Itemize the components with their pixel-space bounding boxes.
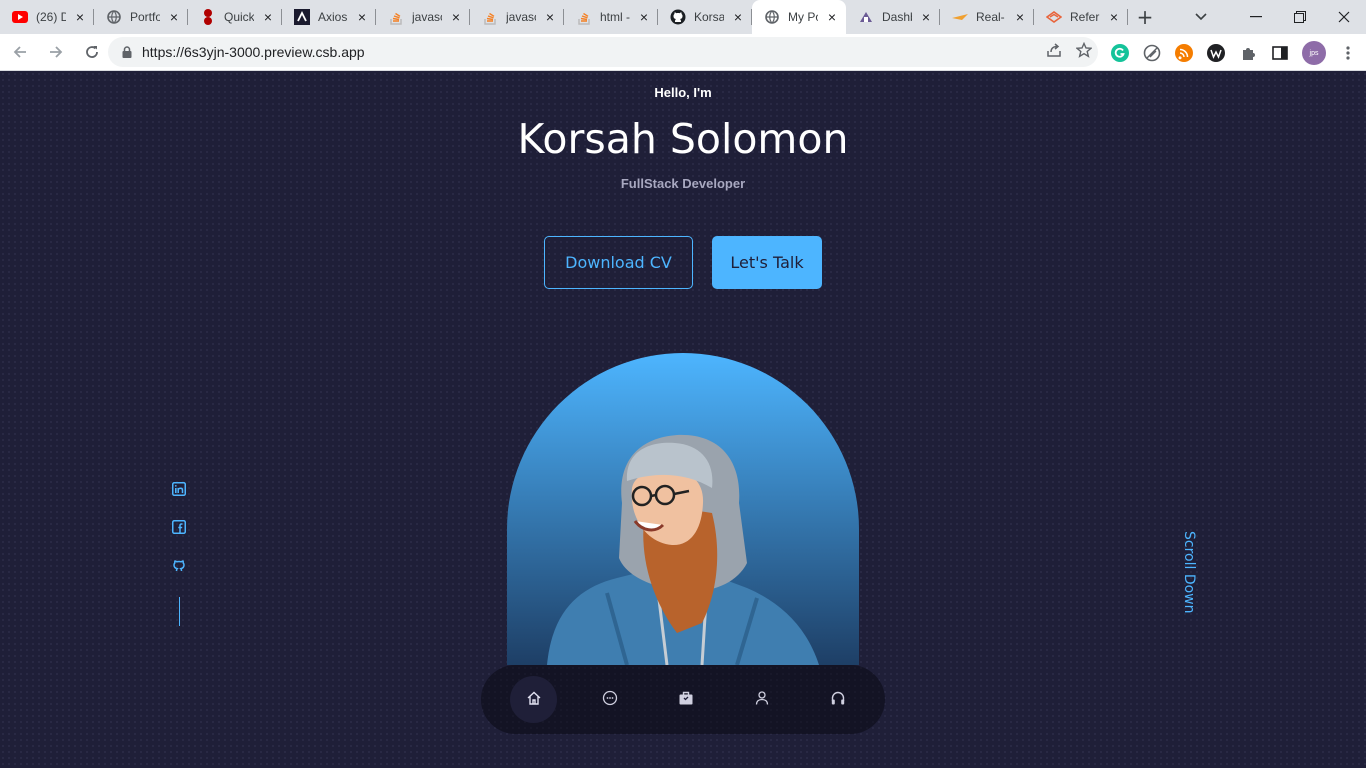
greeting-text: Hello, I'm xyxy=(654,85,712,100)
browser-tab[interactable]: Dashb × xyxy=(846,0,940,34)
close-tab-icon[interactable]: × xyxy=(74,10,86,24)
tab-title: Quick xyxy=(224,10,254,24)
plane-icon xyxy=(952,9,968,25)
bookmark-star-icon[interactable] xyxy=(1075,41,1093,62)
tab-search-chevron-icon[interactable] xyxy=(1186,0,1216,34)
redis-icon xyxy=(200,9,216,25)
nav-about[interactable] xyxy=(586,676,633,723)
hero-role: FullStack Developer xyxy=(620,176,746,191)
share-icon[interactable] xyxy=(1046,42,1062,62)
address-bar[interactable]: https://6s3yjn-3000.preview.csb.app xyxy=(108,37,1098,67)
tab-title: javasc xyxy=(412,10,442,24)
axios-icon xyxy=(294,9,310,25)
grammarly-icon[interactable] xyxy=(1110,43,1130,63)
nav-contact[interactable] xyxy=(814,676,861,723)
facebook-icon[interactable] xyxy=(172,519,186,538)
close-tab-icon[interactable]: × xyxy=(732,10,744,24)
wappalyzer-icon[interactable] xyxy=(1206,43,1226,63)
browser-tab[interactable]: Portfo × xyxy=(94,0,188,34)
blocker-extension-icon[interactable] xyxy=(1142,43,1162,63)
briefcase-icon xyxy=(678,690,694,710)
bottom-navigation xyxy=(481,665,885,734)
lets-talk-button[interactable]: Let's Talk xyxy=(712,236,822,289)
github-icon[interactable] xyxy=(172,557,186,576)
github-icon xyxy=(670,9,686,25)
forward-icon[interactable] xyxy=(40,36,72,68)
browser-tab[interactable]: Quick × xyxy=(188,0,282,34)
reference-icon xyxy=(1046,9,1062,25)
lock-icon[interactable] xyxy=(122,43,132,62)
hero-name: Korsah Solomon xyxy=(517,115,849,163)
profile-portrait xyxy=(507,353,859,665)
puzzle-extensions-icon[interactable] xyxy=(1238,43,1258,63)
nav-home[interactable] xyxy=(510,676,557,723)
globe-icon xyxy=(764,9,780,25)
tab-title: Axios xyxy=(318,10,348,24)
restore-icon[interactable] xyxy=(1278,0,1322,34)
close-tab-icon[interactable]: × xyxy=(356,10,368,24)
social-divider-line xyxy=(178,597,180,626)
tab-title: Dashb xyxy=(882,10,912,24)
back-icon[interactable] xyxy=(4,36,36,68)
nav-experience[interactable] xyxy=(662,676,709,723)
new-tab-button[interactable]: + xyxy=(1128,0,1162,34)
linkedin-icon[interactable] xyxy=(172,481,186,500)
close-tab-icon[interactable]: × xyxy=(920,10,932,24)
tab-title: Real- xyxy=(976,10,1005,24)
browser-tab-active[interactable]: My Po × xyxy=(752,0,846,34)
close-tab-icon[interactable]: × xyxy=(168,10,180,24)
chat-icon xyxy=(602,690,618,710)
reload-icon[interactable] xyxy=(76,36,108,68)
close-tab-icon[interactable]: × xyxy=(262,10,274,24)
stackoverflow-icon xyxy=(388,9,404,25)
home-icon xyxy=(526,690,542,710)
browser-tab[interactable]: Refer × xyxy=(1034,0,1128,34)
browser-tab-strip: (26) D × Portfo × Quick × Axios × javasc… xyxy=(0,0,1366,34)
youtube-icon xyxy=(12,9,28,25)
browser-tab[interactable]: Korsa × xyxy=(658,0,752,34)
scroll-down-link[interactable]: Scroll Down xyxy=(1181,531,1197,614)
stackoverflow-icon xyxy=(576,9,592,25)
portrait-illustration xyxy=(547,434,819,665)
window-controls xyxy=(1234,0,1366,34)
close-tab-icon[interactable]: × xyxy=(450,10,462,24)
browser-tab[interactable]: html - × xyxy=(564,0,658,34)
dashboard-icon xyxy=(858,9,874,25)
rss-extension-icon[interactable] xyxy=(1174,43,1194,63)
stackoverflow-icon xyxy=(482,9,498,25)
social-links xyxy=(170,481,188,626)
tab-title: My Po xyxy=(788,10,818,24)
close-window-icon[interactable] xyxy=(1322,0,1366,34)
side-panel-icon[interactable] xyxy=(1270,43,1290,63)
nav-profile[interactable] xyxy=(738,676,785,723)
close-tab-icon[interactable]: × xyxy=(826,10,838,24)
user-icon xyxy=(754,690,770,710)
close-tab-icon[interactable]: × xyxy=(544,10,556,24)
kebab-menu-icon[interactable] xyxy=(1338,43,1358,63)
browser-tab[interactable]: (26) D × xyxy=(0,0,94,34)
tab-title: Korsa xyxy=(694,10,724,24)
extensions-area: jps xyxy=(1110,41,1358,65)
tab-title: html - xyxy=(600,10,630,24)
minimize-icon[interactable] xyxy=(1234,0,1278,34)
close-tab-icon[interactable]: × xyxy=(638,10,650,24)
url-text[interactable]: https://6s3yjn-3000.preview.csb.app xyxy=(142,44,365,60)
headphones-icon xyxy=(830,690,846,710)
close-tab-icon[interactable]: × xyxy=(1014,10,1026,24)
download-cv-button[interactable]: Download CV xyxy=(544,236,693,289)
browser-toolbar: https://6s3yjn-3000.preview.csb.app jps xyxy=(0,34,1366,71)
browser-tab[interactable]: javasc × xyxy=(376,0,470,34)
tab-title: Refer xyxy=(1070,10,1100,24)
profile-avatar[interactable]: jps xyxy=(1302,41,1326,65)
tab-title: (26) D xyxy=(36,10,66,24)
tab-title: Portfo xyxy=(130,10,160,24)
browser-tab[interactable]: Axios × xyxy=(282,0,376,34)
portfolio-page: Hello, I'm Korsah Solomon FullStack Deve… xyxy=(0,71,1366,768)
tab-title: javasc xyxy=(506,10,536,24)
browser-tab[interactable]: Real- × xyxy=(940,0,1034,34)
globe-icon xyxy=(106,9,122,25)
browser-tab[interactable]: javasc × xyxy=(470,0,564,34)
close-tab-icon[interactable]: × xyxy=(1108,10,1120,24)
